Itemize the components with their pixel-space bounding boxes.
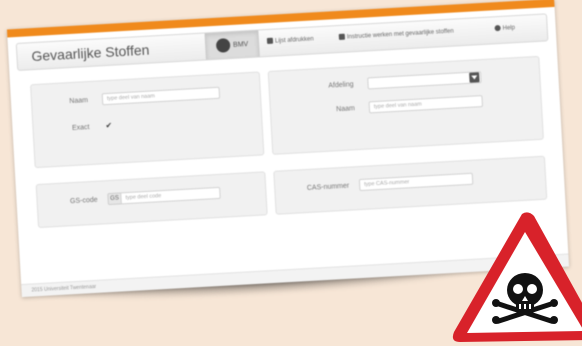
stage: Gevaarlijke Stoffen BMV Lijst afdrukken … xyxy=(0,0,582,346)
naam2-label: Naam xyxy=(336,105,356,114)
naam-input[interactable]: type deel van naam xyxy=(101,86,221,106)
naam2-input[interactable]: type deel van naam xyxy=(368,95,484,114)
app-title[interactable]: Gevaarlijke Stoffen xyxy=(31,42,150,65)
print-icon xyxy=(266,37,274,45)
crest-icon xyxy=(215,38,231,53)
book-icon xyxy=(338,33,346,40)
naam-label: Naam xyxy=(69,97,89,106)
nav-bmv-label: BMV xyxy=(232,40,249,49)
nav-print-list[interactable]: Lijst afdrukken xyxy=(266,35,314,45)
footer-text: 2015 Universiteit Twentenaar xyxy=(31,283,97,294)
gs-label: GS-code xyxy=(69,196,98,206)
search-panel-cas: CAS-nummer type CAS-nummer xyxy=(273,155,548,215)
nav-instructions[interactable]: Instructie werken met gevaarlijke stoffe… xyxy=(338,28,454,41)
exact-checkbox[interactable]: ✔ xyxy=(105,121,112,130)
help-icon xyxy=(494,24,501,32)
cas-input[interactable]: type CAS-nummer xyxy=(358,172,474,192)
nav-help[interactable]: Help xyxy=(494,24,515,32)
search-panel-gs: GS-code GS type deel code xyxy=(35,171,268,229)
search-panel-name: Naam type deel van naam Exact ✔ xyxy=(30,71,265,169)
chevron-down-icon[interactable] xyxy=(469,72,480,83)
afdeling-label: Afdeling xyxy=(328,81,354,90)
nav-bmv[interactable]: BMV xyxy=(204,30,260,60)
afdeling-select[interactable] xyxy=(367,71,482,90)
gs-code-input[interactable]: type deel code xyxy=(120,186,221,205)
search-panel-afdeling: Afdeling Naam type deel van naam xyxy=(267,55,544,155)
cas-label: CAS-nummer xyxy=(306,182,350,193)
exact-label: Exact xyxy=(71,124,90,133)
warning-sign xyxy=(452,212,582,342)
